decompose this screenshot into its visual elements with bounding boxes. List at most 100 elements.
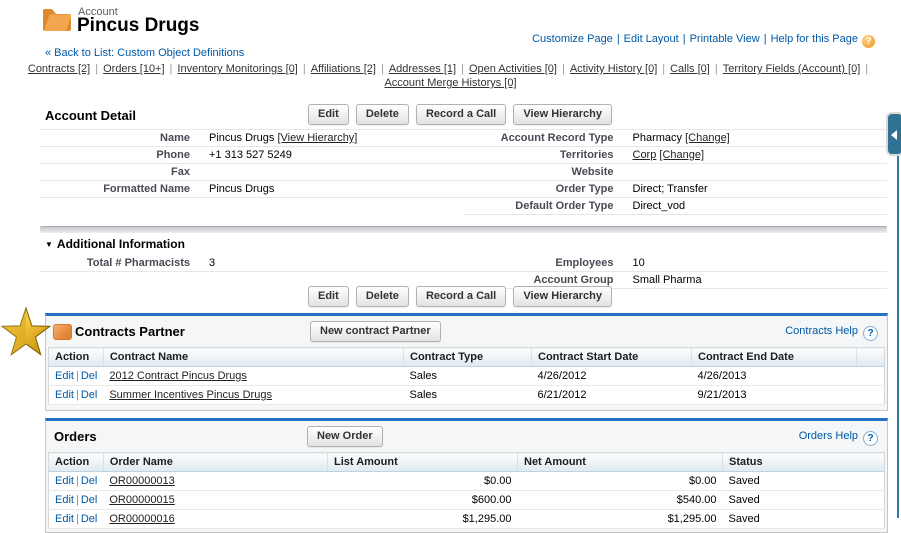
change-territory-link[interactable]: [Change] [659, 149, 704, 161]
edit-row-link[interactable]: Edit [55, 389, 74, 401]
shortcut-contracts[interactable]: Contracts [2] [28, 63, 90, 75]
field-value: Direct; Transfer [628, 183, 888, 195]
order-name-link[interactable]: OR00000016 [109, 513, 174, 525]
related-list-folder-icon [53, 324, 72, 340]
cell-status: Saved [723, 472, 885, 491]
field-label: Account Group [464, 274, 628, 286]
record-a-call-button[interactable]: Record a Call [416, 286, 506, 307]
delete-row-link[interactable]: Del [81, 513, 98, 525]
field-row-formatted-name: Formatted Name Pincus Drugs [40, 181, 464, 198]
cell-net-amount: $0.00 [518, 472, 723, 491]
field-value: +1 313 527 5249 [204, 149, 464, 161]
shortcut-open-activities[interactable]: Open Activities [0] [469, 63, 557, 75]
edit-row-link[interactable]: Edit [55, 513, 74, 525]
order-name-link[interactable]: OR00000015 [109, 494, 174, 506]
col-contract-start-date: Contract Start Date [532, 348, 692, 367]
new-contract-partner-button[interactable]: New contract Partner [310, 321, 441, 342]
view-hierarchy-link[interactable]: [View Hierarchy] [277, 132, 357, 144]
delete-row-link[interactable]: Del [81, 475, 98, 487]
cell-action: Edit|Del [49, 472, 104, 491]
col-contract-end-date: Contract End Date [692, 348, 857, 367]
delete-button[interactable]: Delete [356, 286, 409, 307]
delete-row-link[interactable]: Del [81, 494, 98, 506]
record-a-call-button[interactable]: Record a Call [416, 104, 506, 125]
edit-row-link[interactable]: Edit [55, 494, 74, 506]
help-icon[interactable]: ? [863, 431, 878, 446]
field-label: Website [464, 166, 628, 178]
order-name-link[interactable]: OR00000013 [109, 475, 174, 487]
contract-name-link[interactable]: Summer Incentives Pincus Drugs [109, 389, 272, 401]
field-label: Total # Pharmacists [40, 257, 204, 269]
orders-help-link[interactable]: Orders Help [799, 430, 858, 442]
additional-information-header[interactable]: ▼Additional Information [40, 233, 887, 255]
cell-order-name: OR00000013 [103, 472, 327, 491]
cell-action: Edit|Del [49, 491, 104, 510]
cell-blank [857, 386, 885, 405]
separator: | [461, 63, 464, 75]
cell-contract-start-date: 4/26/2012 [532, 367, 692, 386]
shortcut-inventory-monitorings[interactable]: Inventory Monitorings [0] [177, 63, 297, 75]
back-to-list-link[interactable]: « Back to List: Custom Object Definition… [45, 47, 244, 59]
field-label: Employees [464, 257, 628, 269]
separator: | [562, 63, 565, 75]
separator: | [170, 63, 173, 75]
delete-button[interactable]: Delete [356, 104, 409, 125]
edit-row-link[interactable]: Edit [55, 370, 74, 382]
field-text: Pharmacy [633, 132, 683, 144]
shortcut-line-2: Account Merge Historys [0] [0, 76, 901, 90]
col-action: Action [49, 348, 104, 367]
shortcut-addresses[interactable]: Addresses [1] [389, 63, 456, 75]
contract-name-link[interactable]: 2012 Contract Pincus Drugs [109, 370, 247, 382]
shortcut-affiliations[interactable]: Affiliations [2] [311, 63, 376, 75]
separator: | [715, 63, 718, 75]
shortcut-territory-fields[interactable]: Territory Fields (Account) [0] [723, 63, 861, 75]
page-title: Pincus Drugs [77, 15, 199, 37]
field-value: Pincus Drugs [204, 183, 464, 195]
cell-action: Edit|Del [49, 367, 104, 386]
contracts-partner-panel: Contracts Partner New contract Partner C… [45, 313, 888, 411]
separator: | [76, 494, 79, 506]
territory-link[interactable]: Corp [633, 149, 657, 161]
help-for-page-link[interactable]: Help for this Page [771, 33, 858, 45]
contracts-help-link[interactable]: Contracts Help [785, 325, 858, 337]
edit-row-link[interactable]: Edit [55, 475, 74, 487]
edit-button[interactable]: Edit [308, 104, 349, 125]
shortcut-activity-history[interactable]: Activity History [0] [570, 63, 657, 75]
chevron-left-icon [891, 130, 897, 140]
table-row: Edit|Del OR00000016 $1,295.00 $1,295.00 … [49, 510, 885, 529]
separator: | [617, 33, 620, 45]
sidebar-collapse-handle[interactable] [886, 112, 901, 156]
view-hierarchy-button[interactable]: View Hierarchy [513, 104, 612, 125]
field-row-phone: Phone +1 313 527 5249 [40, 147, 464, 164]
delete-row-link[interactable]: Del [81, 370, 98, 382]
view-hierarchy-button[interactable]: View Hierarchy [513, 286, 612, 307]
shortcut-orders[interactable]: Orders [10+] [103, 63, 164, 75]
printable-view-link[interactable]: Printable View [690, 33, 760, 45]
edit-button[interactable]: Edit [308, 286, 349, 307]
customize-page-link[interactable]: Customize Page [532, 33, 613, 45]
delete-row-link[interactable]: Del [81, 389, 98, 401]
section-divider-bar [40, 226, 887, 233]
separator: | [76, 475, 79, 487]
change-record-type-link[interactable]: [Change] [685, 132, 730, 144]
help-icon[interactable]: ? [863, 326, 878, 341]
cell-contract-start-date: 6/21/2012 [532, 386, 692, 405]
col-status: Status [723, 453, 885, 472]
separator: | [381, 63, 384, 75]
help-icon[interactable]: ? [862, 35, 875, 48]
collapse-twisty-icon[interactable]: ▼ [45, 240, 53, 249]
separator: | [303, 63, 306, 75]
shortcut-calls[interactable]: Calls [0] [670, 63, 710, 75]
separator: | [76, 370, 79, 382]
cell-order-name: OR00000015 [103, 491, 327, 510]
field-label: Territories [464, 149, 628, 161]
cell-net-amount: $540.00 [518, 491, 723, 510]
new-order-button[interactable]: New Order [307, 426, 383, 447]
orders-panel: Orders New Order Orders Help? Action Ord… [45, 418, 888, 533]
edit-layout-link[interactable]: Edit Layout [624, 33, 679, 45]
shortcut-account-merge-historys[interactable]: Account Merge Historys [0] [384, 77, 516, 89]
section-title: Account Detail [45, 108, 136, 123]
field-value: Pincus Drugs [View Hierarchy] [204, 132, 464, 144]
cell-list-amount: $0.00 [328, 472, 518, 491]
field-row-territories: Territories Corp [Change] [464, 147, 888, 164]
